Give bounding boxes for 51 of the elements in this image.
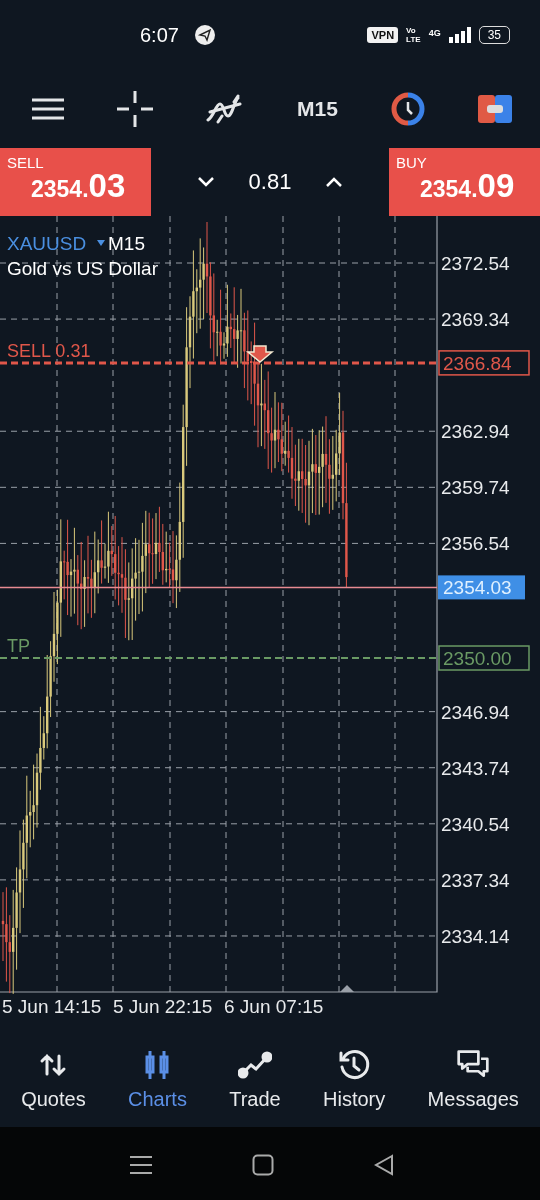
price-label: 2369.34 <box>441 309 510 331</box>
vpn-badge: VPN <box>367 27 399 43</box>
order-price-tag: 2366.84 <box>438 350 530 376</box>
time-label: 5 Jun 22:15 <box>113 996 213 1017</box>
dropdown-icon[interactable] <box>97 240 105 246</box>
chevron-down-icon[interactable] <box>196 176 215 188</box>
candlestick-icon <box>143 1048 172 1082</box>
clock-icon[interactable] <box>390 92 425 126</box>
price-label: 2340.54 <box>441 813 510 835</box>
time-label: 6 Jun 07:15 <box>224 996 324 1017</box>
network-type: 4G <box>428 28 441 38</box>
price-label: 2372.54 <box>441 253 510 274</box>
buy-button[interactable]: BUY 2354.09 <box>389 148 540 216</box>
price-label: 2346.94 <box>441 701 510 723</box>
sell-button[interactable]: SELL 2354.03 <box>0 148 151 216</box>
symbol-description: Gold vs US Dollar <box>7 258 158 279</box>
price-chart[interactable]: XAUUSD M15 Gold vs US Dollar SELL 0.31 TP 2372.54 2369.34 2362.94 2359.74 2356.54 2346.94 2343.74 2340.54 2337.34 2334.14 2366.84 2354.03 2350.00 5 Jun 14:15 5 Jun 22:15 6 Jun 07:15 <box>0 216 540 1030</box>
symbol-name[interactable]: XAUUSD <box>7 233 87 254</box>
menu-icon[interactable] <box>130 1154 152 1175</box>
trade-toggle-icon[interactable] <box>477 95 512 123</box>
nav-tab[interactable]: Trade <box>229 1048 281 1111</box>
price-label: 2362.94 <box>441 421 510 443</box>
timeframe-button[interactable]: M15 <box>297 97 338 121</box>
nav-tab[interactable]: History <box>323 1048 386 1111</box>
chart-timeframe: M15 <box>108 233 145 254</box>
nav-tab[interactable]: Messages <box>427 1048 519 1111</box>
current-price-tag: 2354.03 <box>438 575 525 600</box>
home-icon[interactable] <box>252 1153 274 1176</box>
take-profit-label: TP <box>7 636 30 656</box>
price-label: 2356.54 <box>441 533 510 555</box>
paper-plane-icon <box>194 25 215 45</box>
nav-tab[interactable]: Charts <box>127 1048 187 1111</box>
price-label: 2337.34 <box>441 869 510 891</box>
chevron-up-icon[interactable] <box>325 176 344 188</box>
nav-tab[interactable]: Quotes <box>21 1048 86 1111</box>
take-profit-price-tag: 2350.00 <box>438 645 530 671</box>
time-label: 5 Jun 14:15 <box>2 996 102 1017</box>
signal-icon <box>448 27 471 43</box>
scroll-marker-icon <box>340 985 354 992</box>
volume-value[interactable]: 0.81 <box>248 169 292 195</box>
order-label: SELL 0.31 <box>7 340 91 361</box>
clock: 6:07 <box>140 23 179 47</box>
battery-level: 35 <box>478 26 510 44</box>
history-icon <box>337 1048 372 1082</box>
price-label: 2343.74 <box>441 757 510 779</box>
crosshair-icon[interactable] <box>117 91 153 127</box>
back-icon[interactable] <box>374 1153 394 1176</box>
volte-indicator: Vo LTE <box>406 26 421 44</box>
price-label: 2359.74 <box>441 477 510 499</box>
price-label: 2334.14 <box>441 925 510 947</box>
sell-arrow-icon <box>245 345 275 363</box>
